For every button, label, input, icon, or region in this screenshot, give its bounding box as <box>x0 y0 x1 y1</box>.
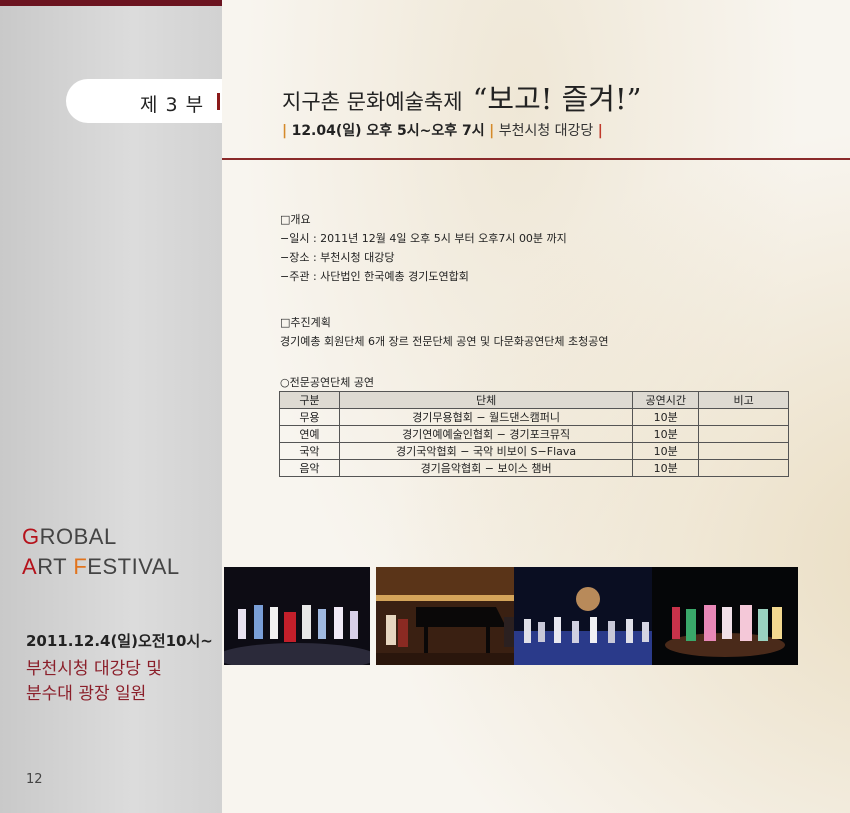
festival-line-1: GROBAL <box>22 522 180 552</box>
table-header-row: 구분 단체 공연시간 비고 <box>279 391 789 409</box>
overview-line: −일시 : 2011년 12월 4일 오후 5시 부터 오후7시 00분 까지 <box>280 232 567 245</box>
table-cell <box>698 408 789 426</box>
header-divider <box>222 158 850 160</box>
festival-line-2: ART FESTIVAL <box>22 552 180 582</box>
festival-word-estival: ESTIVAL <box>87 554 180 579</box>
subline-pipe: | <box>282 123 288 139</box>
dance-photo <box>224 567 370 665</box>
page-title: 지구촌 문화예술축제 “보고! 즐겨!” <box>282 76 641 118</box>
table-cell: 경기무용협회 − 월드댄스캠퍼니 <box>338 408 634 426</box>
column-header: 구분 <box>279 391 340 409</box>
concert-photo <box>376 567 522 665</box>
table-row: 무용 경기무용협회 − 월드댄스캠퍼니 10분 <box>279 408 789 426</box>
part-accent-bar <box>217 93 220 110</box>
overview-heading: □개요 <box>280 213 311 226</box>
table-cell: 10분 <box>632 442 700 460</box>
subline-pipe: | <box>489 123 495 139</box>
plan-heading: □추진계획 <box>280 316 331 329</box>
festival-letter-g: G <box>22 524 40 549</box>
table-cell: 10분 <box>632 408 700 426</box>
event-subline: | 12.04(일) 오후 5시~오후 7시 | 부천시청 대강당 | <box>282 120 603 140</box>
table-row: 연예 경기연예예술인협회 − 경기포크뮤직 10분 <box>279 425 789 443</box>
overview-line: −주관 : 사단법인 한국예총 경기도연합회 <box>280 270 469 283</box>
table-cell: 무용 <box>279 408 340 426</box>
festival-word-rest: ROBAL <box>39 524 117 549</box>
event-venue: 부천시청 대강당 및 분수대 광장 일원 <box>26 657 216 707</box>
festival-letter-f: F <box>73 554 88 579</box>
table-row: 음악 경기음악협회 − 보이스 챔버 10분 <box>279 459 789 477</box>
table-cell: 10분 <box>632 459 700 477</box>
table-heading: ○전문공연단체 공연 <box>280 376 375 389</box>
table-cell: 연예 <box>279 425 340 443</box>
bboy-photo <box>514 567 660 665</box>
table-cell: 경기음악협회 − 보이스 챔버 <box>338 459 634 477</box>
column-header: 단체 <box>338 391 634 409</box>
venue-line-2: 분수대 광장 일원 <box>26 684 147 704</box>
subline-place: 부천시청 대강당 <box>498 123 594 139</box>
table-cell <box>698 442 789 460</box>
performance-table: 구분 단체 공연시간 비고 무용 경기무용협회 − 월드댄스캠퍼니 10분 연예… <box>279 391 789 477</box>
title-small: 지구촌 문화예술축제 <box>282 90 463 114</box>
table-cell: 10분 <box>632 425 700 443</box>
top-accent-bar <box>0 0 222 6</box>
subline-pipe: | <box>597 123 603 139</box>
venue-line-1: 부천시청 대강당 및 <box>26 659 162 679</box>
plan-section: □추진계획 경기예총 회원단체 6개 장르 전문단체 공연 및 다문화공연단체 … <box>280 313 608 351</box>
table-cell: 음악 <box>279 459 340 477</box>
festival-letter-a: A <box>22 554 38 579</box>
subline-datetime: 12.04(일) 오후 5시~오후 7시 <box>291 123 485 139</box>
table-cell: 국악 <box>279 442 340 460</box>
column-header: 공연시간 <box>632 391 700 409</box>
table-cell: 경기연예예술인협회 − 경기포크뮤직 <box>338 425 634 443</box>
overview-line: −장소 : 부천시청 대강당 <box>280 251 395 264</box>
plan-text: 경기예총 회원단체 6개 장르 전문단체 공연 및 다문화공연단체 초청공연 <box>280 335 609 348</box>
event-date: 2011.12.4(일)오전10시~ <box>26 632 213 650</box>
title-big: “보고! 즐겨!” <box>472 82 642 116</box>
voice-chamber-photo <box>652 567 798 665</box>
festival-name: GROBAL ART FESTIVAL <box>22 522 180 582</box>
table-cell: 경기국악협회 − 국악 비보이 S−Flava <box>338 442 634 460</box>
table-row: 국악 경기국악협회 − 국악 비보이 S−Flava 10분 <box>279 442 789 460</box>
page-number: 12 <box>26 772 43 787</box>
part-label: 제 3 부 <box>140 94 205 116</box>
table-cell <box>698 425 789 443</box>
table-cell <box>698 459 789 477</box>
overview-section: □개요 −일시 : 2011년 12월 4일 오후 5시 부터 오후7시 00분… <box>280 210 567 286</box>
column-header: 비고 <box>698 391 789 409</box>
festival-word-rt: RT <box>37 554 74 579</box>
